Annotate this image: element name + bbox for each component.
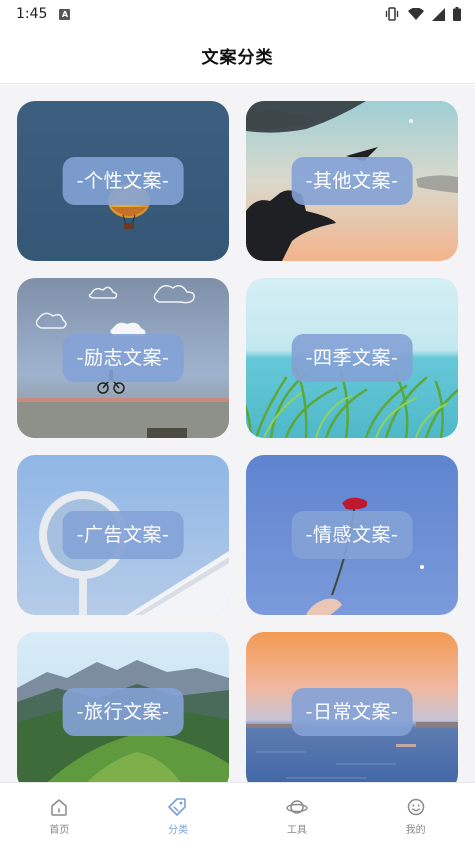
category-card-seasons[interactable]: -四季文案-	[246, 278, 458, 438]
smile-face-icon	[406, 798, 426, 816]
category-label: -个性文案-	[62, 157, 184, 205]
tab-tools[interactable]: 工具	[252, 798, 342, 836]
category-label: -四季文案-	[291, 334, 413, 382]
tab-label: 分类	[168, 825, 189, 836]
tab-label: 工具	[286, 825, 307, 836]
tab-category[interactable]: 分类	[133, 798, 223, 836]
header: 文案分类	[0, 28, 475, 84]
planet-icon	[286, 798, 308, 816]
status-left: 1:45 A	[16, 6, 71, 22]
status-time: 1:45	[16, 6, 48, 22]
battery-icon	[453, 7, 461, 21]
status-bar: 1:45 A	[0, 0, 475, 28]
vibrate-icon	[384, 7, 400, 21]
status-right	[384, 7, 461, 21]
category-label: -励志文案-	[62, 334, 184, 382]
home-icon	[49, 798, 69, 816]
tab-label: 首页	[49, 825, 70, 836]
category-label: -其他文案-	[291, 157, 413, 205]
category-label: -日常文案-	[291, 688, 413, 736]
tab-mine[interactable]: 我的	[371, 798, 461, 836]
category-card-travel[interactable]: -旅行文案-	[17, 632, 229, 782]
category-label: -情感文案-	[291, 511, 413, 559]
category-content[interactable]: -个性文案- -其他文案- -励志文案- -四季文案- -广告文案- -情感文案…	[0, 85, 475, 782]
category-card-personality[interactable]: -个性文案-	[17, 101, 229, 261]
tab-home[interactable]: 首页	[14, 798, 104, 836]
category-label: -广告文案-	[62, 511, 184, 559]
bottom-tab-bar: 首页 分类 工具 我的	[0, 782, 475, 846]
category-card-daily[interactable]: -日常文案-	[246, 632, 458, 782]
category-grid: -个性文案- -其他文案- -励志文案- -四季文案- -广告文案- -情感文案…	[17, 101, 458, 782]
category-card-advertising[interactable]: -广告文案-	[17, 455, 229, 615]
page-title: 文案分类	[201, 48, 274, 68]
category-label: -旅行文案-	[62, 688, 184, 736]
tag-icon	[168, 798, 188, 816]
tab-label: 我的	[405, 825, 426, 836]
category-card-other[interactable]: -其他文案-	[246, 101, 458, 261]
signal-icon	[432, 7, 445, 21]
category-card-emotion[interactable]: -情感文案-	[246, 455, 458, 615]
wifi-icon	[408, 7, 424, 21]
category-card-inspirational[interactable]: -励志文案-	[17, 278, 229, 438]
app-notification-icon: A	[59, 8, 71, 20]
